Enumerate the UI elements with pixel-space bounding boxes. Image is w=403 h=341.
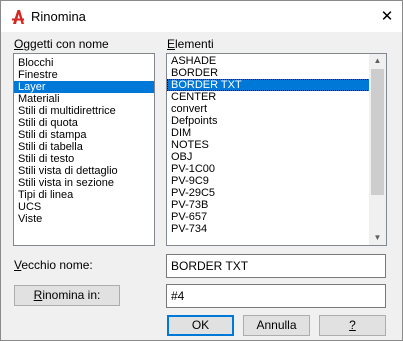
- list-item[interactable]: Stili di multidirettrice: [14, 105, 154, 117]
- list-item[interactable]: UCS: [14, 201, 154, 213]
- title-bar: Rinomina ✕: [1, 1, 402, 32]
- list-item[interactable]: convert: [167, 103, 386, 115]
- scroll-up-arrow-icon[interactable]: ▲: [369, 54, 386, 68]
- objects-label: Oggetti con nome: [14, 37, 109, 51]
- list-item[interactable]: PV-1C00: [167, 163, 386, 175]
- list-item[interactable]: CENTER: [167, 91, 386, 103]
- list-item[interactable]: Blocchi: [14, 57, 154, 69]
- list-item[interactable]: OBJ: [167, 151, 386, 163]
- scroll-thumb[interactable]: [371, 69, 384, 195]
- list-item[interactable]: DIM: [167, 127, 386, 139]
- old-name-label: Vecchio nome:: [14, 258, 93, 272]
- list-item[interactable]: Materiali: [14, 93, 154, 105]
- list-item[interactable]: Stili di tabella: [14, 141, 154, 153]
- help-button[interactable]: ?: [319, 315, 386, 336]
- list-item[interactable]: Defpoints: [167, 115, 386, 127]
- close-icon: ✕: [380, 8, 394, 25]
- elements-items: ASHADE BORDER BORDER TXT CENTER convert Defpo…: [167, 54, 386, 235]
- rename-dialog: Rinomina ✕ Oggetti con nome Blocchi Fines…: [0, 0, 403, 341]
- elements-list[interactable]: ASHADE BORDER BORDER TXT CENTER convert Defpo…: [166, 53, 387, 246]
- cancel-button[interactable]: Annulla: [243, 315, 310, 336]
- list-item[interactable]: Stili di testo: [14, 153, 154, 165]
- elements-label: Elementi: [167, 37, 214, 51]
- ok-button[interactable]: OK: [167, 315, 234, 336]
- list-item[interactable]: NOTES: [167, 139, 386, 151]
- list-item[interactable]: Finestre: [14, 69, 154, 81]
- list-item[interactable]: Layer: [14, 81, 154, 93]
- list-item[interactable]: Stili di stampa: [14, 129, 154, 141]
- named-objects-list[interactable]: Blocchi Finestre Layer Materiali Stili di mu…: [13, 53, 155, 246]
- list-item[interactable]: Stili vista di dettaglio: [14, 165, 154, 177]
- list-item[interactable]: BORDER TXT: [167, 79, 386, 91]
- list-item[interactable]: PV-657: [167, 211, 386, 223]
- elements-scrollbar[interactable]: ▲ ▼: [369, 54, 386, 245]
- scroll-down-arrow-icon[interactable]: ▼: [369, 231, 386, 245]
- list-item[interactable]: PV-9C9: [167, 175, 386, 187]
- close-button[interactable]: ✕: [372, 1, 402, 32]
- list-item[interactable]: BORDER: [167, 67, 386, 79]
- autocad-icon: [12, 10, 24, 24]
- window-title: Rinomina: [31, 9, 86, 24]
- list-item[interactable]: Viste: [14, 213, 154, 225]
- old-name-field: BORDER TXT: [166, 254, 386, 278]
- list-item[interactable]: Tipi di linea: [14, 189, 154, 201]
- list-item[interactable]: Stili di quota: [14, 117, 154, 129]
- rename-to-button[interactable]: Rinomina in:: [14, 285, 120, 306]
- list-item[interactable]: Stili vista in sezione: [14, 177, 154, 189]
- list-item[interactable]: ASHADE: [167, 55, 386, 67]
- list-item[interactable]: PV-734: [167, 223, 386, 235]
- rename-to-input[interactable]: #4: [166, 284, 386, 308]
- list-item[interactable]: PV-73B: [167, 199, 386, 211]
- list-item[interactable]: PV-29C5: [167, 187, 386, 199]
